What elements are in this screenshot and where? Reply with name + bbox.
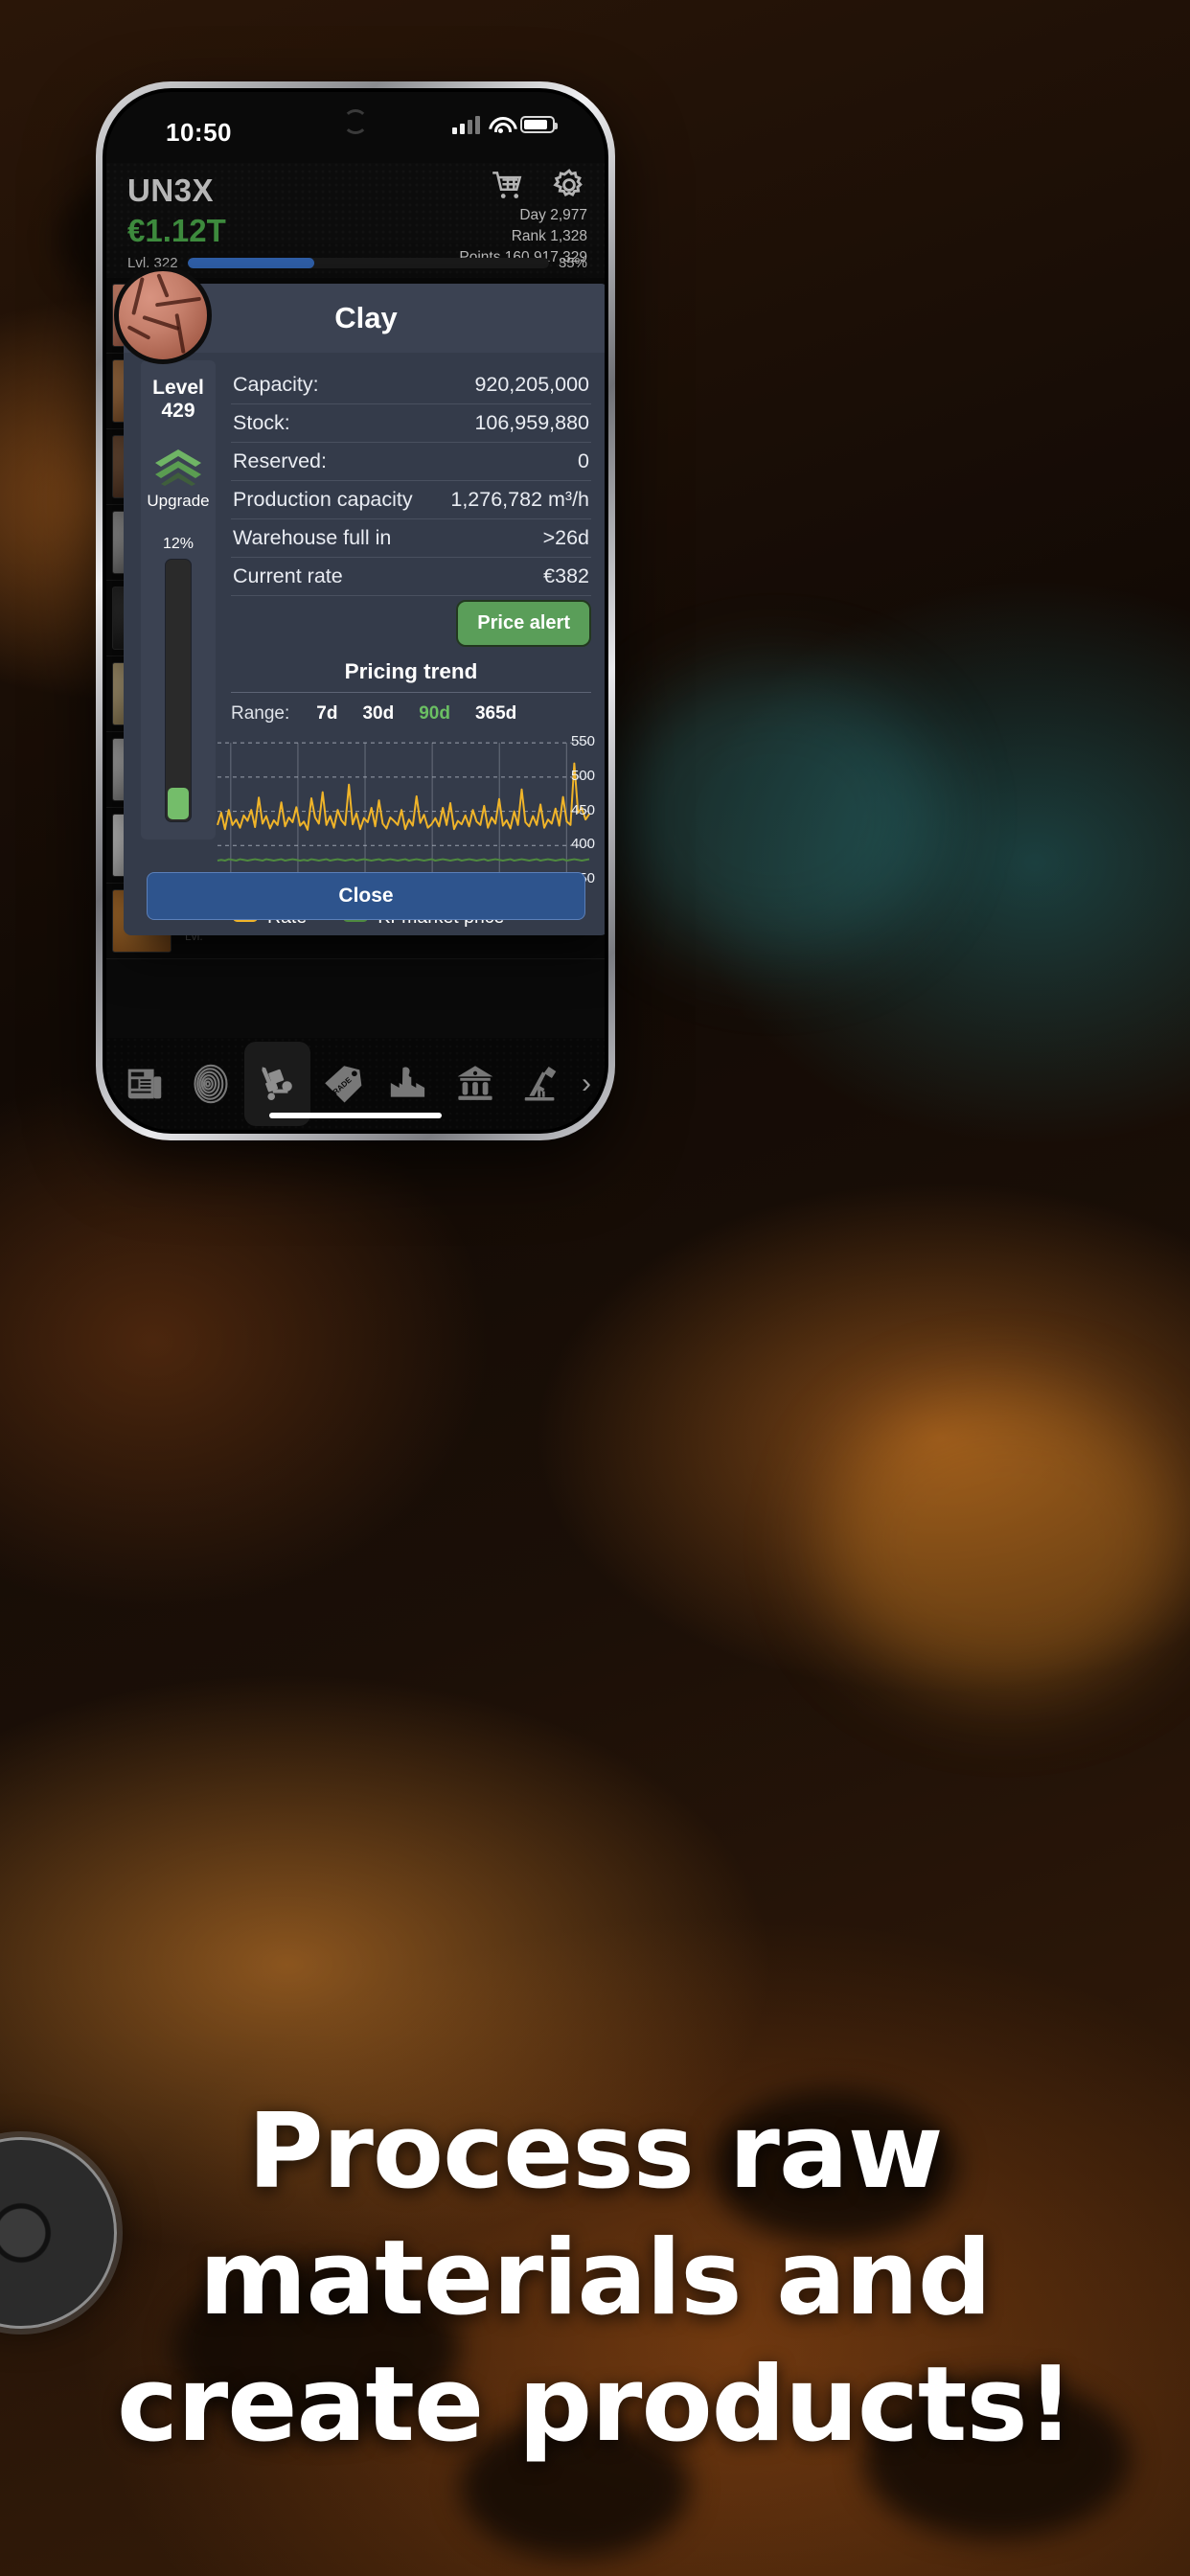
close-button[interactable]: Close — [147, 872, 585, 920]
upgrade-panel[interactable]: Level 429 Upgrade 12% — [141, 360, 216, 840]
table-row: Warehouse full in >26d — [231, 519, 591, 558]
ytick: 400 — [570, 836, 595, 853]
upgrade-level-value: 429 — [161, 400, 195, 423]
wifi-icon — [489, 116, 512, 133]
clay-resource-icon — [114, 266, 212, 364]
table-row: Stock: 106,959,880 — [231, 404, 591, 443]
ytick: 550 — [570, 733, 595, 750]
stat-value: 920,205,000 — [474, 373, 589, 396]
rank-value: Rank 1,328 — [511, 228, 587, 244]
phone-screen: Lvl. 7324d Lvl. 4425d Lvl. 8026d Lvl. 61… — [106, 92, 605, 1130]
modal-title: Clay — [334, 301, 398, 334]
nav-item-news[interactable] — [112, 1042, 178, 1126]
upgrade-level-label: Level — [152, 377, 204, 399]
ytick: 500 — [570, 767, 595, 784]
stat-key: Capacity: — [233, 373, 319, 396]
refresh-icon — [343, 109, 368, 134]
range-option-7d[interactable]: 7d — [316, 703, 337, 724]
stat-value: 106,959,880 — [474, 411, 589, 434]
table-row: Current rate €382 — [231, 558, 591, 596]
phone-frame: Lvl. 7324d Lvl. 4425d Lvl. 8026d Lvl. 61… — [96, 81, 615, 1140]
promo-line-3: create products! — [116, 2344, 1074, 2465]
factory-icon — [390, 1067, 424, 1097]
chevron-right-icon[interactable]: › — [574, 1068, 599, 1100]
game-app: Lvl. 7324d Lvl. 4425d Lvl. 8026d Lvl. 61… — [106, 92, 605, 1130]
upgrade-progress-bar — [165, 559, 192, 822]
cellular-bars-icon — [452, 115, 480, 134]
game-header: UN3X €1.12T Day 2,977 Rank 1,328 Points — [106, 163, 605, 278]
stat-key: Stock: — [233, 411, 290, 434]
stat-key: Warehouse full in — [233, 526, 392, 549]
stat-value: 0 — [578, 449, 589, 472]
gear-icon[interactable] — [551, 167, 587, 203]
stat-key: Production capacity — [233, 488, 413, 511]
price-alert-button[interactable]: Price alert — [456, 600, 591, 647]
hand-truck-icon — [262, 1067, 292, 1100]
status-time: 10:50 — [166, 118, 232, 147]
home-indicator — [269, 1113, 442, 1118]
range-option-365d[interactable]: 365d — [475, 703, 516, 724]
double-chevron-up-icon[interactable] — [153, 448, 203, 488]
tree-rings-icon — [194, 1064, 228, 1104]
battery-icon — [520, 116, 558, 133]
day-counter: Day 2,977 — [519, 207, 587, 223]
stats-table: Capacity: 920,205,000 Stock: 106,959,880… — [231, 366, 591, 596]
money-balance: €1.12T — [127, 213, 226, 248]
stat-value: €382 — [543, 564, 589, 587]
news-icon — [128, 1069, 162, 1099]
level-percent: 35% — [558, 254, 587, 271]
shopping-cart-icon[interactable] — [490, 167, 526, 203]
promo-line-1: Process raw — [247, 2092, 944, 2212]
table-row: Reserved: 0 — [231, 443, 591, 481]
upgrade-label: Upgrade — [147, 492, 210, 511]
trade-tag-icon: TRADE — [325, 1066, 362, 1103]
chart-svg — [216, 736, 595, 880]
stat-key: Reserved: — [233, 449, 327, 472]
upgrade-progress-label: 12% — [162, 536, 195, 553]
status-bar: 10:50 — [106, 92, 605, 163]
stat-key: Current rate — [233, 564, 343, 587]
level-progress-bar — [187, 257, 549, 268]
ytick: 450 — [570, 801, 595, 818]
nav-item-oil-pump[interactable] — [508, 1042, 574, 1126]
stat-value: >26d — [542, 526, 589, 549]
promo-text: Process raw materials and create product… — [0, 2089, 1190, 2468]
stat-value: 1,276,782 m³/h — [450, 488, 589, 511]
range-option-30d[interactable]: 30d — [362, 703, 394, 724]
pricing-trend-title: Pricing trend — [231, 659, 591, 693]
oil-pump-icon — [524, 1066, 556, 1101]
nav-item-tree-rings[interactable] — [178, 1042, 244, 1126]
range-label: Range: — [231, 703, 290, 724]
range-selector[interactable]: Range: 7d 30d 90d 365d — [231, 703, 591, 724]
range-option-90d[interactable]: 90d — [419, 703, 450, 724]
company-name: UN3X — [127, 172, 215, 208]
nav-item-bank[interactable] — [442, 1042, 508, 1126]
bank-icon — [457, 1066, 493, 1100]
resource-detail-modal: Clay Level 429 Upgrade 12% Capacity: 920… — [114, 266, 605, 935]
table-row: Capacity: 920,205,000 — [231, 366, 591, 404]
chart-y-axis-labels: 550500450400350 — [547, 733, 595, 886]
promo-line-2: materials and — [198, 2218, 992, 2338]
table-row: Production capacity 1,276,782 m³/h — [231, 481, 591, 519]
